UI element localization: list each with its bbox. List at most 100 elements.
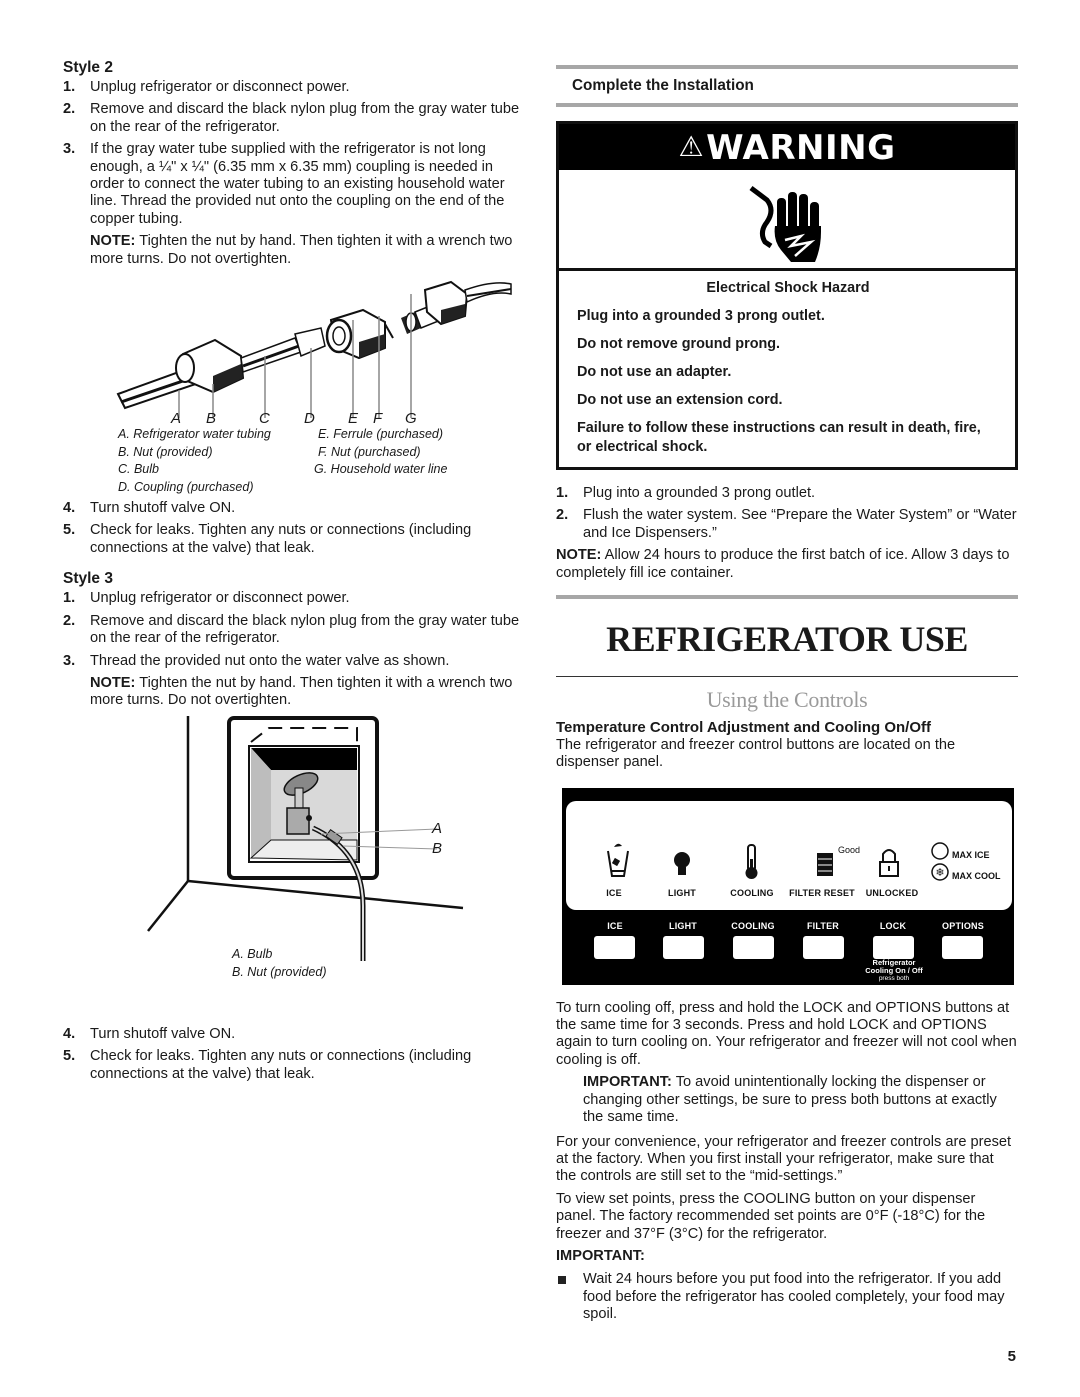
step-item: 1. Unplug refrigerator or disconnect powe…	[63, 79, 350, 95]
style2-steps: 1. Unplug refrigerator or disconnect powe…	[63, 79, 525, 228]
step-item: 5. Check for leaks. Tighten any nuts or c…	[63, 522, 472, 556]
style3-heading: Style 3	[63, 570, 113, 588]
set-points-paragraph: To view set points, press the COOLING bu…	[556, 1190, 986, 1242]
options-button-label: OPTIONS	[942, 920, 984, 931]
warning-header: ⚠WARNING	[559, 124, 1015, 170]
filter-button[interactable]	[803, 935, 844, 959]
dispenser-control-panel: ❄ ICE LIGHT COOLING FILTER RESET UNLOCKE…	[562, 787, 1014, 985]
valve-figure: A B A. Bulb B. Nut (provided)	[63, 715, 525, 1016]
style2-heading: Style 2	[63, 59, 113, 76]
thermometer-icon	[745, 843, 758, 879]
warning-line: Do not remove ground prong.	[577, 336, 781, 352]
label-b: B	[206, 410, 217, 428]
caption: A. Bulb	[232, 946, 273, 961]
convenience-paragraph: For your convenience, your refrigerator …	[556, 1133, 1012, 1185]
style2-note: NOTE: Tighten the nut by hand. Then tigh…	[90, 233, 513, 267]
warning-line: Do not use an adapter.	[577, 364, 732, 380]
caption: F. Nut (purchased)	[318, 444, 421, 459]
style3-steps: 1. Unplug refrigerator or disconnect powe…	[63, 590, 525, 670]
label-b: B	[432, 839, 443, 857]
hazard-title: Electrical Shock Hazard	[706, 280, 870, 296]
lock-button[interactable]	[873, 935, 914, 959]
main-title: REFRIGERATOR USE	[606, 619, 968, 660]
caption: E. Ferrule (purchased)	[318, 427, 444, 442]
ice-button[interactable]	[594, 935, 635, 959]
unlocked-label: UNLOCKED	[865, 887, 919, 898]
light-icon	[674, 851, 690, 875]
label-f: F	[373, 410, 383, 428]
options-button[interactable]	[942, 935, 983, 959]
warning-line: Plug into a grounded 3 prong outlet.	[577, 308, 825, 324]
warning-triangle-icon: ⚠	[678, 130, 705, 163]
style3-note: NOTE: Tighten the nut by hand. Then tigh…	[90, 674, 513, 709]
caption: B. Nut (provided)	[118, 444, 213, 459]
filter-button-label: FILTER	[806, 920, 840, 931]
caption: B. Nut (provided)	[232, 964, 327, 979]
caption: D. Coupling (purchased)	[118, 479, 254, 494]
shock-hand-graphic	[749, 186, 821, 262]
label-c: C	[259, 410, 270, 428]
electrical-shock-hand-icon	[559, 170, 1015, 271]
label-a: A	[171, 410, 182, 428]
divider	[556, 676, 1018, 678]
subsection-heading: Temperature Control Adjustment and Cooli…	[556, 719, 931, 737]
filter-reset-label: FILTER RESET	[789, 887, 855, 898]
important-heading: IMPORTANT:	[556, 1247, 645, 1264]
warning-box: ⚠WARNING Electrical Shock Hazard Plug in…	[556, 121, 1018, 470]
caption: G. Household water line	[314, 462, 448, 477]
ice-note: NOTE: Allow 24 hours to produce the firs…	[556, 547, 1010, 581]
max-ice-label: MAX ICE	[952, 849, 990, 860]
lock-button-label: LOCK	[879, 920, 907, 931]
step-item: 3. Thread the provided nut onto the water…	[63, 652, 450, 669]
step-item: 5. Check for leaks. Tighten any nuts or c…	[63, 1048, 472, 1082]
ice-button-label: ICE	[607, 920, 623, 931]
right-column: Complete the Installation ⚠WARNING Elect…	[556, 58, 1018, 1324]
step-item: 2. Remove and discard the black nylon plu…	[63, 101, 520, 135]
panel-display: ❄ ICE LIGHT COOLING FILTER RESET UNLOCKE…	[566, 800, 1012, 910]
step-item: 1. Plug into a grounded 3 prong outlet.	[556, 485, 816, 501]
cooling-button-label: COOLING	[731, 920, 775, 931]
step-item: 2. Remove and discard the black nylon plu…	[63, 612, 520, 647]
step-item: 2. Flush the water system. See “Prepare t…	[556, 507, 1017, 541]
light-indicator-label: LIGHT	[668, 887, 696, 898]
svg-text:❄: ❄	[935, 867, 944, 879]
warning-body: Electrical Shock Hazard Plug into a grou…	[559, 271, 1015, 467]
filter-icon	[817, 852, 833, 876]
installation-steps: 1. Plug into a grounded 3 prong outlet. 2…	[556, 485, 1018, 542]
subsection-intro: The refrigerator and freezer control but…	[556, 736, 956, 771]
ice-indicator-label: ICE	[606, 887, 622, 898]
filter-status: Good	[838, 844, 861, 855]
label-d: D	[304, 410, 315, 428]
label-e: E	[348, 410, 359, 428]
cooling-off-paragraph: To turn cooling off, press and hold the …	[556, 999, 1017, 1068]
max-cool-label: MAX COOL	[952, 870, 1001, 881]
cooling-button[interactable]	[733, 935, 774, 959]
max-ice-icon	[931, 841, 949, 860]
step-item: 4. Turn shutoff valve ON.	[63, 500, 236, 517]
ice-icon	[607, 843, 629, 877]
light-button[interactable]	[663, 935, 704, 959]
coupling-figure: A B C D E F G A. Refrigerator water tubi…	[63, 276, 525, 494]
style2-steps-after: 4. Turn shutoff valve ON. 5. Check for lea…	[63, 500, 525, 557]
important-note: IMPORTANT: To avoid unintentionally lock…	[583, 1074, 997, 1126]
style3-steps-after: 4. Turn shutoff valve ON. 5. Check for lea…	[63, 1026, 525, 1083]
step-item: 4. Turn shutoff valve ON.	[63, 1025, 236, 1042]
complete-installation-heading: Complete the Installation	[572, 77, 754, 94]
cooling-indicator-label: COOLING	[730, 887, 774, 898]
caption: A. Refrigerator water tubing	[118, 427, 271, 442]
page-number: 5	[1007, 1348, 1016, 1365]
label-g: G	[405, 410, 417, 428]
divider	[556, 595, 1018, 600]
divider	[556, 103, 1018, 107]
cooling-on-off-note: Refrigerator Cooling On / Off press both	[865, 957, 923, 982]
warning-line: Do not use an extension cord.	[577, 392, 783, 408]
warning-line: Failure to follow these instructions can…	[577, 420, 981, 455]
coupling-illustration	[116, 280, 512, 419]
section-title: Using the Controls	[706, 687, 868, 713]
bullet-square-icon	[558, 1276, 566, 1285]
step-item: 1. Unplug refrigerator or disconnect powe…	[63, 590, 350, 607]
label-a: A	[432, 819, 443, 837]
caption: C. Bulb	[118, 462, 159, 477]
unlocked-icon	[879, 848, 899, 877]
valve-illustration	[147, 715, 464, 961]
